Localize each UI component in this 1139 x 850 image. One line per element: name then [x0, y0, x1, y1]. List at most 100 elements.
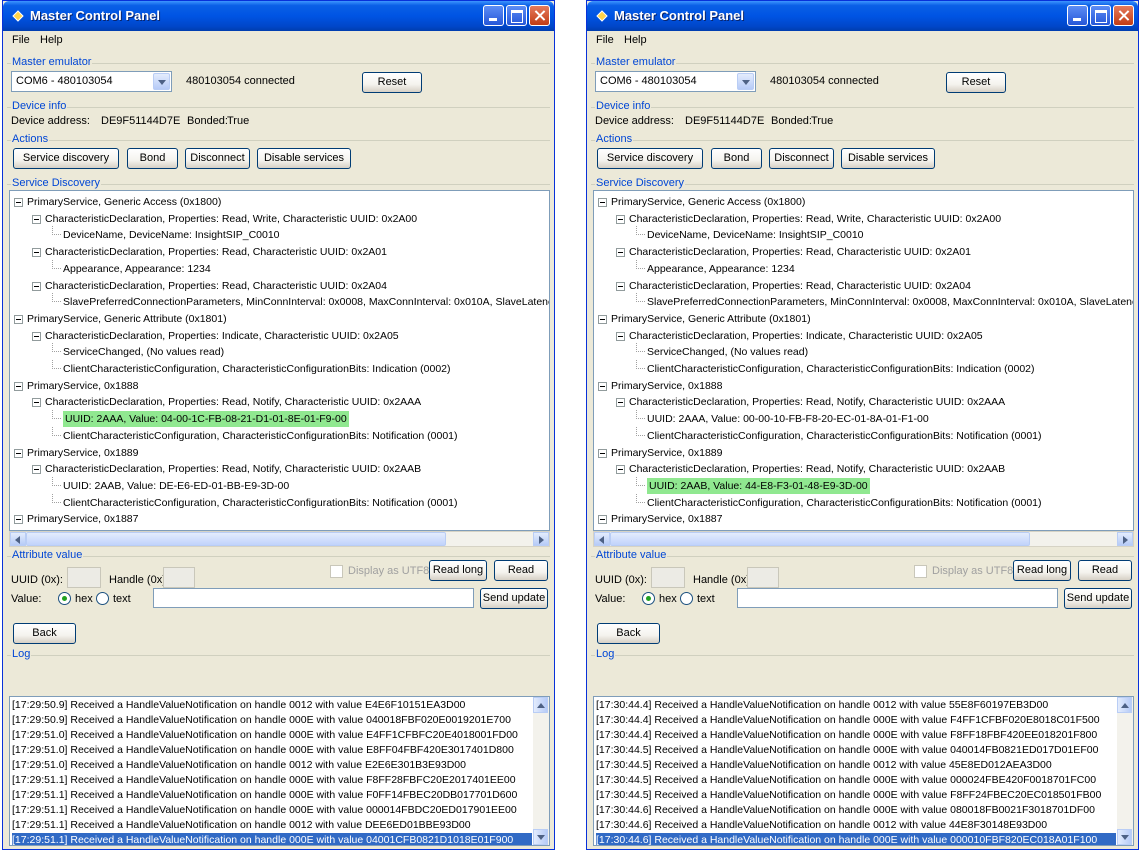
close-button[interactable]: [1113, 5, 1134, 26]
tree-item[interactable]: PrimaryService, 0x1887: [27, 511, 138, 527]
log-entry[interactable]: [17:30:44.4] Received a HandleValueNotif…: [596, 698, 1116, 713]
tree-item[interactable]: CharacteristicDeclaration, Properties: R…: [629, 211, 1001, 227]
scroll-up-icon[interactable]: [533, 697, 548, 713]
log-entry[interactable]: [17:29:51.0] Received a HandleValueNotif…: [12, 728, 532, 743]
tree-item[interactable]: PrimaryService, 0x1889: [611, 445, 722, 461]
back-button[interactable]: Back: [597, 623, 660, 644]
tree-item[interactable]: CharacteristicDeclaration, Properties: R…: [629, 244, 971, 260]
tree-item[interactable]: UUID: 2AAA, Value: 04-00-1C-FB-08-21-D1-…: [63, 411, 349, 428]
display-utf8-checkbox[interactable]: [914, 565, 927, 578]
read-button[interactable]: Read: [494, 560, 548, 581]
tree-item[interactable]: PrimaryService, 0x1888: [27, 378, 138, 394]
log-entry[interactable]: [17:30:44.4] Received a HandleValueNotif…: [596, 728, 1116, 743]
tree-horizontal-scrollbar[interactable]: [9, 531, 550, 547]
tree-item[interactable]: UUID: 2AAA, Value: 00-00-10-FB-F8-20-EC-…: [647, 411, 929, 427]
collapse-toggle-icon[interactable]: [616, 248, 625, 258]
display-utf8-checkbox[interactable]: [330, 565, 343, 578]
menu-help[interactable]: Help: [40, 34, 63, 46]
log-list[interactable]: [17:29:50.9] Received a HandleValueNotif…: [9, 696, 550, 846]
tree-item[interactable]: CharacteristicDeclaration, Properties: R…: [629, 394, 1005, 410]
scroll-right-icon[interactable]: [1117, 532, 1133, 546]
log-vertical-scrollbar[interactable]: [1117, 697, 1133, 845]
collapse-toggle-icon[interactable]: [14, 198, 23, 207]
bond-button[interactable]: Bond: [711, 148, 762, 169]
scroll-thumb[interactable]: [610, 532, 1030, 546]
scroll-thumb[interactable]: [26, 532, 446, 546]
tree-item[interactable]: ClientCharacteristicConfiguration, Chara…: [647, 428, 1042, 444]
tree-item[interactable]: CharacteristicDeclaration, Properties: R…: [45, 394, 421, 410]
back-button[interactable]: Back: [13, 623, 76, 644]
collapse-toggle-icon[interactable]: [616, 398, 625, 408]
tree-item[interactable]: CharacteristicDeclaration, Properties: R…: [45, 244, 387, 260]
tree-item[interactable]: CharacteristicDeclaration, Properties: R…: [629, 278, 971, 294]
maximize-button[interactable]: [1090, 5, 1111, 26]
collapse-toggle-icon[interactable]: [616, 214, 625, 224]
read-long-button[interactable]: Read long: [1013, 560, 1071, 581]
log-entry[interactable]: [17:29:50.9] Received a HandleValueNotif…: [12, 713, 532, 728]
tree-item[interactable]: Appearance, Appearance: 1234: [63, 261, 211, 277]
tree-horizontal-scrollbar[interactable]: [593, 531, 1134, 547]
menu-file[interactable]: File: [596, 34, 614, 46]
service-discovery-button[interactable]: Service discovery: [13, 148, 119, 169]
collapse-toggle-icon[interactable]: [32, 465, 41, 475]
tree-item[interactable]: CharacteristicDeclaration, Properties: I…: [629, 328, 983, 344]
tree-item[interactable]: ClientCharacteristicConfiguration, Chara…: [63, 361, 451, 377]
tree-item[interactable]: UUID: 2AAB, Value: DE-E6-ED-01-BB-E9-3D-…: [63, 478, 289, 494]
tree-item[interactable]: CharacteristicDeclaration, Properties: R…: [629, 461, 1005, 477]
scroll-down-icon[interactable]: [533, 829, 548, 845]
tree-item[interactable]: SlavePreferredConnectionParameters, MinC…: [63, 294, 549, 310]
log-entry[interactable]: [17:29:51.0] Received a HandleValueNotif…: [12, 758, 532, 773]
title-bar[interactable]: Master Control Panel: [3, 1, 554, 31]
close-button[interactable]: [529, 5, 550, 26]
log-entry[interactable]: [17:29:50.9] Received a HandleValueNotif…: [12, 698, 532, 713]
disable-services-button[interactable]: Disable services: [257, 148, 351, 169]
collapse-toggle-icon[interactable]: [598, 198, 607, 207]
log-entry[interactable]: [17:29:51.1] Received a HandleValueNotif…: [12, 818, 532, 833]
log-entry[interactable]: [17:29:51.1] Received a HandleValueNotif…: [12, 803, 532, 818]
read-long-button[interactable]: Read long: [429, 560, 487, 581]
bond-button[interactable]: Bond: [127, 148, 178, 169]
collapse-toggle-icon[interactable]: [32, 398, 41, 408]
collapse-toggle-icon[interactable]: [616, 465, 625, 475]
tree-item[interactable]: PrimaryService, 0x1887: [611, 511, 722, 527]
text-radio[interactable]: [96, 592, 109, 605]
menu-help[interactable]: Help: [624, 34, 647, 46]
title-bar[interactable]: Master Control Panel: [587, 1, 1138, 31]
collapse-toggle-icon[interactable]: [14, 381, 23, 391]
tree-item[interactable]: SlavePreferredConnectionParameters, MinC…: [647, 294, 1133, 310]
log-list[interactable]: [17:30:44.4] Received a HandleValueNotif…: [593, 696, 1134, 846]
minimize-button[interactable]: [1067, 5, 1088, 26]
collapse-toggle-icon[interactable]: [14, 314, 23, 324]
tree-item[interactable]: ClientCharacteristicConfiguration, Chara…: [647, 495, 1042, 511]
collapse-toggle-icon[interactable]: [32, 331, 41, 341]
collapse-toggle-icon[interactable]: [616, 331, 625, 341]
tree-item[interactable]: PrimaryService, 0x1889: [27, 445, 138, 461]
collapse-toggle-icon[interactable]: [598, 314, 607, 324]
collapse-toggle-icon[interactable]: [32, 214, 41, 224]
text-radio[interactable]: [680, 592, 693, 605]
log-entry[interactable]: [17:29:51.1] Received a HandleValueNotif…: [12, 773, 532, 788]
tree-item[interactable]: ClientCharacteristicConfiguration, Chara…: [647, 361, 1035, 377]
tree-item[interactable]: CharacteristicDeclaration, Properties: R…: [45, 278, 387, 294]
collapse-toggle-icon[interactable]: [32, 248, 41, 258]
log-entry[interactable]: [17:30:44.5] Received a HandleValueNotif…: [596, 788, 1116, 803]
tree-item[interactable]: CharacteristicDeclaration, Properties: R…: [45, 211, 417, 227]
log-entry[interactable]: [17:30:44.5] Received a HandleValueNotif…: [596, 743, 1116, 758]
value-input[interactable]: [737, 588, 1058, 608]
hex-radio[interactable]: [642, 592, 655, 605]
hex-radio[interactable]: [58, 592, 71, 605]
collapse-toggle-icon[interactable]: [14, 515, 23, 525]
collapse-toggle-icon[interactable]: [14, 448, 23, 458]
maximize-button[interactable]: [506, 5, 527, 26]
log-entry[interactable]: [17:29:51.1] Received a HandleValueNotif…: [12, 788, 532, 803]
tree-item[interactable]: UUID: 2AAB, Value: 44-E8-F3-01-48-E9-3D-…: [647, 477, 870, 494]
scroll-left-icon[interactable]: [594, 532, 610, 546]
collapse-toggle-icon[interactable]: [598, 515, 607, 525]
tree-item[interactable]: ServiceChanged, (No values read): [647, 344, 808, 360]
log-entry[interactable]: [17:30:44.5] Received a HandleValueNotif…: [596, 758, 1116, 773]
collapse-toggle-icon[interactable]: [598, 448, 607, 458]
port-select[interactable]: COM6 - 480103054: [11, 71, 172, 92]
tree-item[interactable]: PrimaryService, Generic Attribute (0x180…: [27, 311, 227, 327]
tree-item[interactable]: ClientCharacteristicConfiguration, Chara…: [63, 495, 458, 511]
log-entry[interactable]: [17:30:44.6] Received a HandleValueNotif…: [596, 833, 1116, 845]
